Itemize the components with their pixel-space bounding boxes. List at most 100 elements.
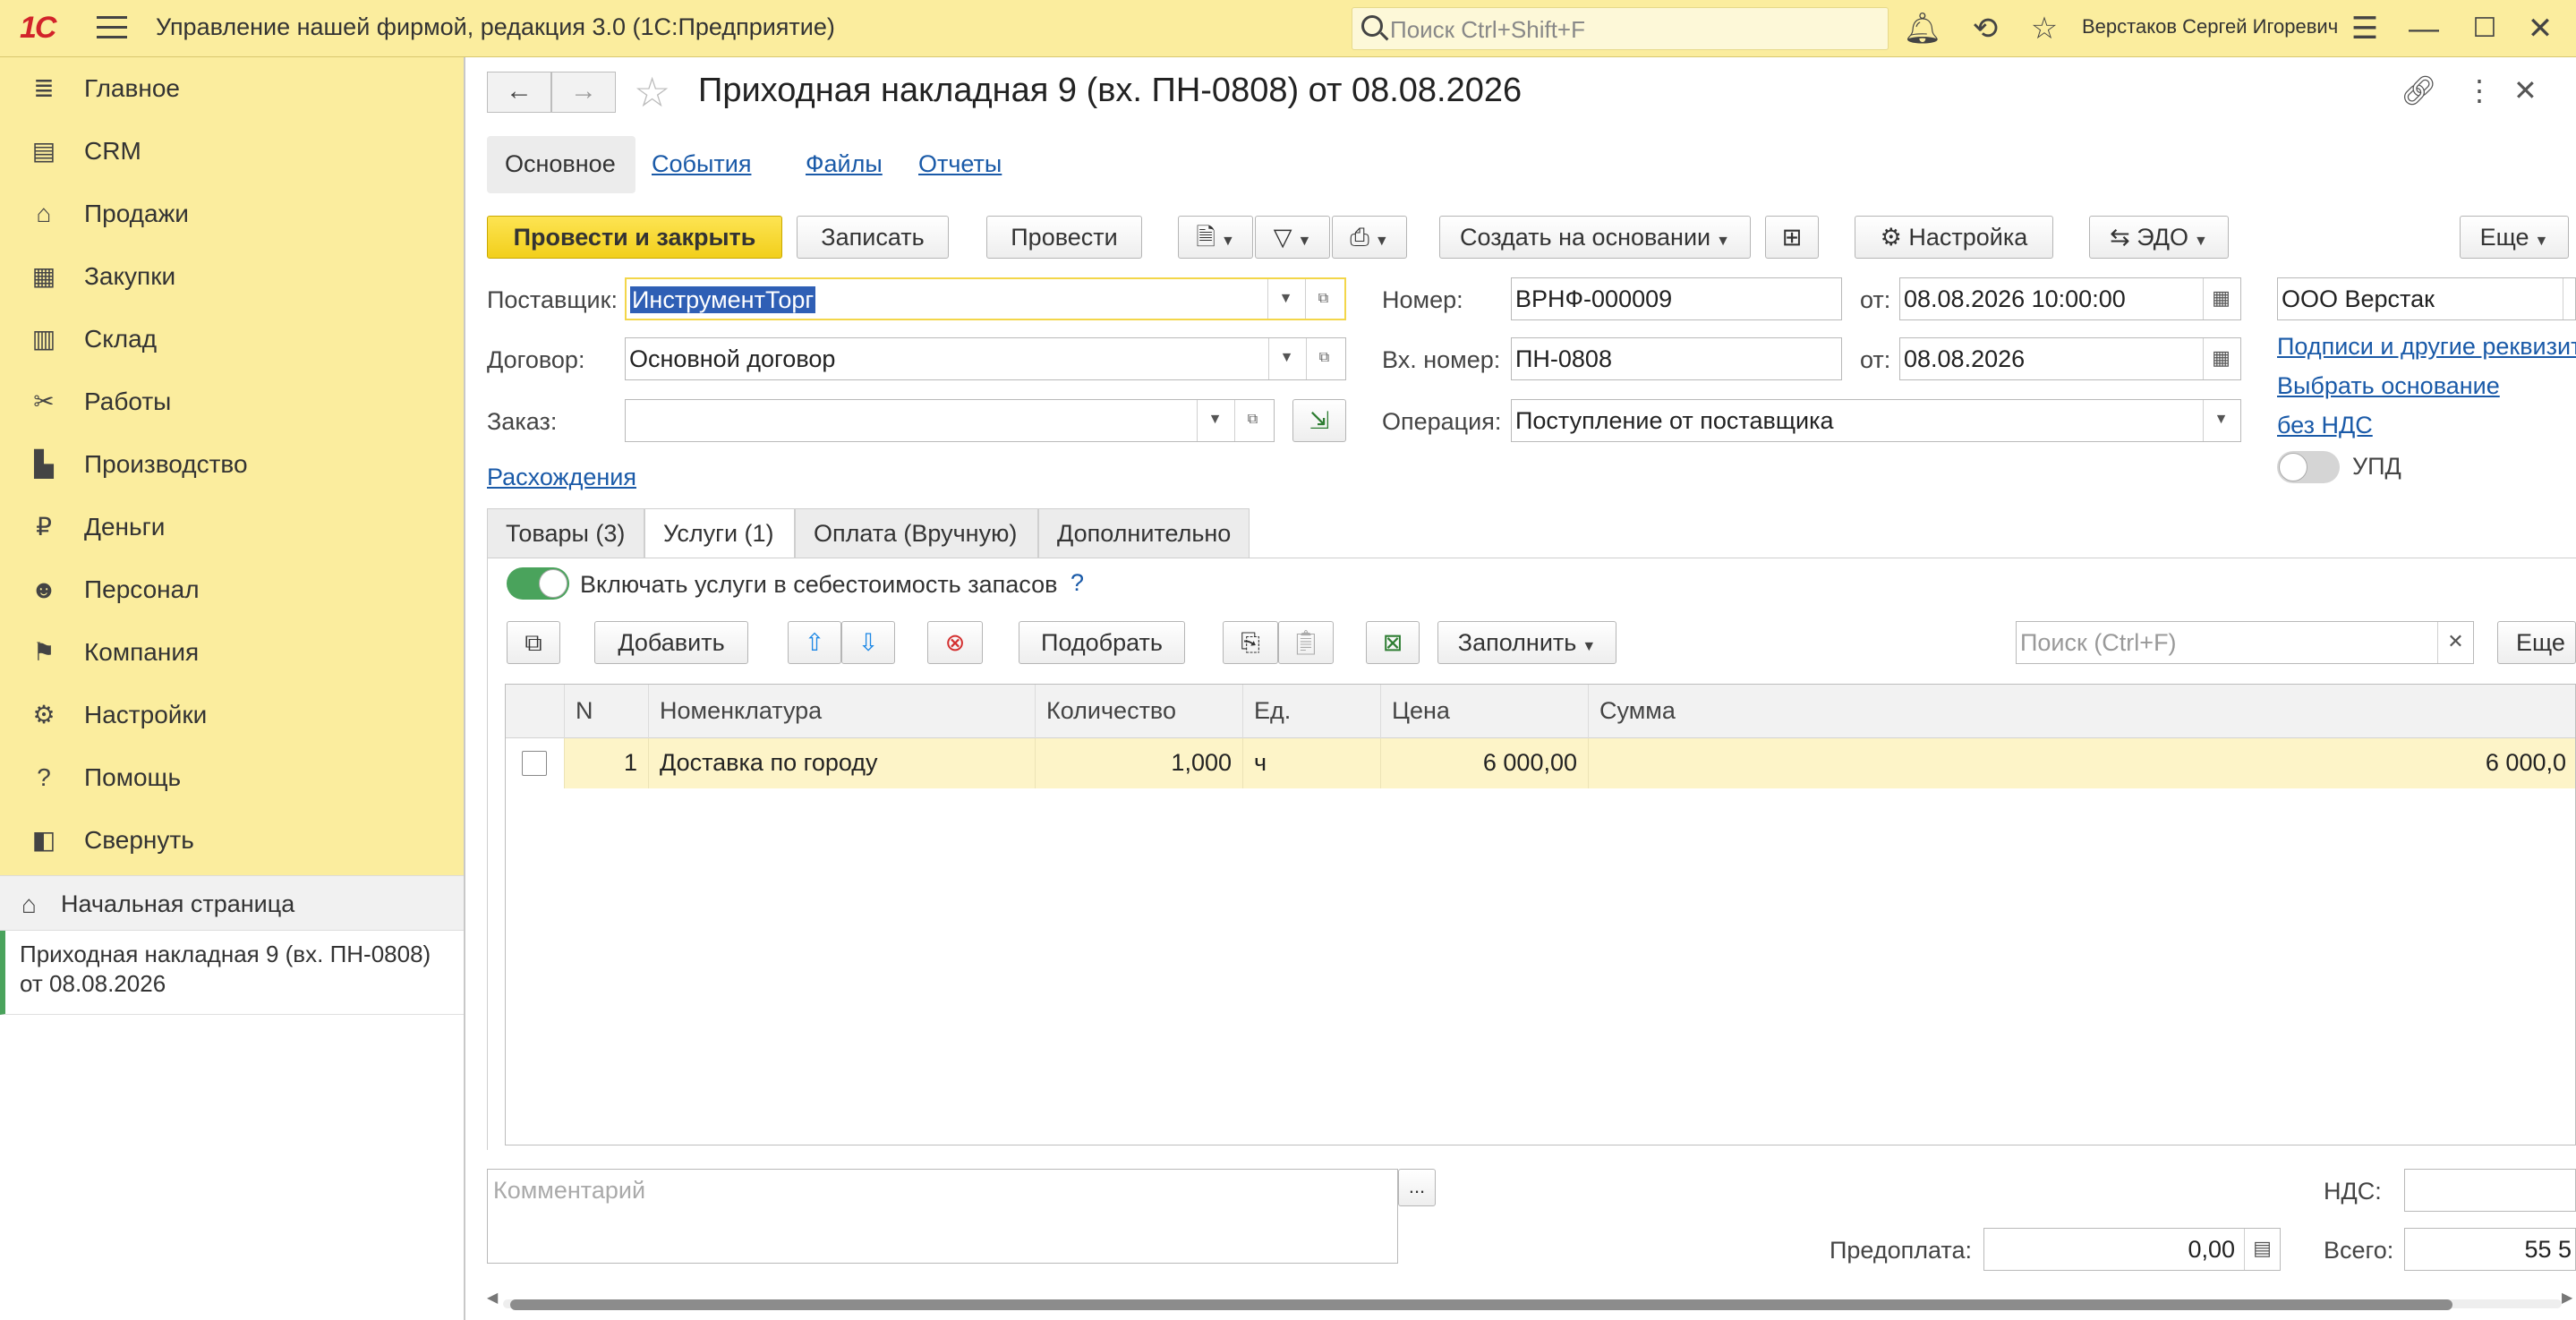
- operation-dropdown-icon[interactable]: ▼: [2203, 400, 2239, 441]
- tab-events[interactable]: События: [652, 150, 751, 178]
- contract-open-icon[interactable]: ⧉: [1306, 338, 1342, 379]
- col-item[interactable]: Номенклатура: [649, 685, 1036, 738]
- vat-mode-link[interactable]: без НДС: [2277, 412, 2373, 439]
- supplier-open-icon[interactable]: ⧉: [1305, 279, 1341, 319]
- edo-button[interactable]: ⇆ ЭДО ▼: [2089, 216, 2229, 259]
- paste-icon[interactable]: 📋︎: [1278, 621, 1334, 664]
- minimize-icon[interactable]: —: [2404, 11, 2444, 47]
- col-qty[interactable]: Количество: [1036, 685, 1243, 738]
- in-date-field[interactable]: 08.08.2026 ▦: [1899, 337, 2241, 380]
- back-button[interactable]: ←: [487, 72, 551, 113]
- excel-load-icon[interactable]: ⊠: [1366, 621, 1420, 664]
- clear-search-icon[interactable]: ✕: [2437, 622, 2473, 663]
- row-checkbox[interactable]: [522, 751, 547, 776]
- forward-button[interactable]: →: [551, 72, 616, 113]
- supplier-dropdown-icon[interactable]: ▼: [1267, 279, 1303, 319]
- order-dropdown-icon[interactable]: ▼: [1197, 400, 1233, 441]
- star-icon[interactable]: ☆: [2025, 11, 2064, 47]
- help-mark[interactable]: ?: [1070, 569, 1084, 597]
- company-field[interactable]: ООО Верстак: [2277, 277, 2576, 320]
- col-price[interactable]: Цена: [1381, 685, 1589, 738]
- contract-field[interactable]: Основной договор ▼ ⧉: [625, 337, 1346, 380]
- user-name[interactable]: Верстаков Сергей Игоревич: [2082, 15, 2338, 38]
- contract-dropdown-icon[interactable]: ▼: [1268, 338, 1304, 379]
- horizontal-scrollbar[interactable]: ◀ ▶: [487, 1290, 2576, 1312]
- sidebar-item-purchases[interactable]: ▦ Закупки: [0, 245, 464, 308]
- settings-menu-icon[interactable]: ☰: [2345, 11, 2384, 47]
- print-button[interactable]: ⎙ ▼: [1332, 216, 1407, 259]
- sidebar-item-company[interactable]: ⚑ Компания: [0, 621, 464, 684]
- include-cost-toggle[interactable]: [507, 567, 569, 600]
- number-field[interactable]: ВРНФ-000009: [1511, 277, 1842, 320]
- calendar-icon[interactable]: ▦: [2203, 278, 2239, 319]
- tab-main[interactable]: Основное: [487, 136, 635, 193]
- sidebar-item-production[interactable]: ▙ Производство: [0, 433, 464, 496]
- date-field[interactable]: 08.08.2026 10:00:00 ▦: [1899, 277, 2241, 320]
- pick-button[interactable]: Подобрать: [1019, 621, 1185, 664]
- prepayment-field[interactable]: 0,00 ▤: [1983, 1228, 2281, 1271]
- col-sum[interactable]: Сумма: [1589, 685, 2576, 738]
- col-unit[interactable]: Ед.: [1243, 685, 1381, 738]
- choose-basis-link[interactable]: Выбрать основание: [2277, 372, 2500, 400]
- sidebar-item-warehouse[interactable]: ▥ Склад: [0, 308, 464, 370]
- home-page-link[interactable]: ⌂ Начальная страница: [0, 875, 464, 931]
- post-button[interactable]: Провести: [986, 216, 1142, 259]
- close-window-icon[interactable]: ✕: [2521, 11, 2560, 47]
- cell-unit[interactable]: ч: [1243, 738, 1381, 788]
- tab-goods[interactable]: Товары (3): [487, 508, 644, 558]
- copy-icon[interactable]: ⎘: [1223, 621, 1278, 664]
- tab-additional[interactable]: Дополнительно: [1038, 508, 1250, 558]
- scroll-thumb[interactable]: [510, 1299, 2452, 1310]
- sidebar-item-collapse[interactable]: ◧ Свернуть: [0, 809, 464, 872]
- more-vertical-icon[interactable]: ⋮: [2465, 73, 2494, 107]
- sidebar-item-crm[interactable]: ▤ CRM: [0, 120, 464, 183]
- sidebar-item-help[interactable]: ? Помощь: [0, 746, 464, 809]
- operation-field[interactable]: Поступление от поставщика ▼: [1511, 399, 2241, 442]
- fill-button[interactable]: Заполнить ▼: [1437, 621, 1616, 664]
- table-more-button[interactable]: Еще: [2497, 621, 2576, 664]
- sidebar-item-settings[interactable]: ⚙ Настройки: [0, 684, 464, 746]
- global-search-input[interactable]: Поиск Ctrl+Shift+F: [1352, 7, 1889, 50]
- close-icon[interactable]: ✕: [2513, 73, 2538, 107]
- cell-price[interactable]: 6 000,00: [1381, 738, 1589, 788]
- calendar-icon[interactable]: ▦: [2203, 338, 2239, 379]
- sidebar-item-main[interactable]: ≣ Главное: [0, 57, 464, 120]
- col-n[interactable]: N: [565, 685, 649, 738]
- copy-rows-icon[interactable]: ⧉: [507, 621, 560, 664]
- table-search-input[interactable]: Поиск (Ctrl+F) ✕: [2016, 621, 2474, 664]
- calculator-icon[interactable]: ▤: [2244, 1229, 2280, 1270]
- cell-qty[interactable]: 1,000: [1036, 738, 1243, 788]
- link-icon[interactable]: 🔗︎: [2401, 73, 2437, 107]
- open-window-item[interactable]: Приходная накладная 9 (вх. ПН-0808) от 0…: [0, 931, 464, 1015]
- supplier-field[interactable]: ИнструментТорг ▼ ⧉: [625, 277, 1346, 320]
- comment-expand-button[interactable]: ...: [1398, 1169, 1436, 1206]
- delete-row-icon[interactable]: ⊗: [927, 621, 983, 664]
- vat-field[interactable]: [2404, 1169, 2576, 1212]
- favorite-star-icon[interactable]: ☆: [634, 70, 670, 115]
- tab-payment[interactable]: Оплата (Вручную): [795, 508, 1038, 558]
- add-row-button[interactable]: Добавить: [594, 621, 748, 664]
- menu-icon[interactable]: [97, 16, 127, 41]
- history-icon[interactable]: ⟲: [1966, 11, 2005, 47]
- total-field[interactable]: 55 5: [2404, 1228, 2576, 1271]
- more-button[interactable]: Еще ▼: [2460, 216, 2569, 259]
- row-select-cell[interactable]: [506, 738, 565, 788]
- sidebar-item-sales[interactable]: ⌂ Продажи: [0, 183, 464, 245]
- maximize-icon[interactable]: ☐: [2465, 11, 2504, 47]
- structure-icon[interactable]: ⊞: [1765, 216, 1819, 259]
- move-down-icon[interactable]: ⇩: [841, 621, 895, 664]
- table-row[interactable]: 1 Доставка по городу 1,000 ч 6 000,00 6 …: [506, 738, 2575, 788]
- bell-icon[interactable]: 🔔︎: [1903, 11, 1942, 47]
- cell-item[interactable]: Доставка по городу: [649, 738, 1036, 788]
- document-structure-button[interactable]: 🗎︎ ▼: [1178, 216, 1253, 259]
- sidebar-item-personnel[interactable]: ☻ Персонал: [0, 558, 464, 621]
- tab-services[interactable]: Услуги (1): [644, 508, 795, 558]
- filter-button[interactable]: ▽ ▼: [1255, 216, 1330, 259]
- order-field[interactable]: ▼ ⧉: [625, 399, 1275, 442]
- signatures-link[interactable]: Подписи и другие реквизиты: [2277, 333, 2576, 361]
- fill-from-order-icon[interactable]: ⇲: [1292, 399, 1346, 442]
- company-dropdown-icon[interactable]: [2563, 278, 2575, 319]
- scroll-left-icon[interactable]: ◀: [487, 1289, 498, 1307]
- create-based-on-button[interactable]: Создать на основании ▼: [1439, 216, 1751, 259]
- sidebar-item-money[interactable]: ₽ Деньги: [0, 496, 464, 558]
